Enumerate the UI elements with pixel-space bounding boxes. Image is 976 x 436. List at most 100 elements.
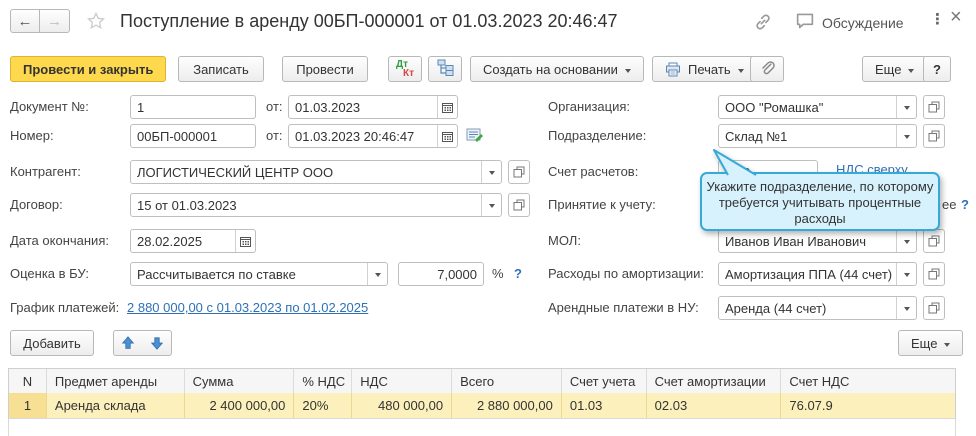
col-header-n[interactable]: N [9, 369, 47, 394]
account-cell[interactable]: 01.03 [562, 393, 647, 418]
dropdown-caret-icon[interactable] [896, 297, 916, 319]
save-button[interactable]: Записать [178, 56, 264, 82]
total-cell[interactable]: 2 880 000,00 [452, 393, 562, 418]
favorite-star-icon[interactable] [86, 11, 106, 34]
organization-input[interactable]: ООО "Ромашка" [718, 95, 917, 119]
lease-payments-nu-input[interactable]: Аренда (44 счет) [718, 296, 917, 320]
lease-subject-cell[interactable]: Аренда склада [47, 393, 185, 418]
print-button[interactable]: Печать [652, 56, 757, 82]
move-row-up-button[interactable] [113, 330, 143, 356]
col-header-depreciation-account[interactable]: Счет амортизации [647, 369, 782, 394]
depreciation-account-cell[interactable]: 02.03 [647, 393, 782, 418]
post-button[interactable]: Провести [282, 56, 368, 82]
bu-valuation-select[interactable]: Рассчитывается по ставке [130, 262, 388, 286]
row-number-cell[interactable]: 1 [9, 393, 47, 418]
dt-kt-icon: ДтКт [396, 60, 414, 79]
table-header-row: N Предмет аренды Сумма % НДС НДС Всего С… [8, 368, 956, 395]
forward-arrow-icon: → [47, 13, 62, 30]
depreciation-value: Амортизация ППА (44 счет) [719, 263, 896, 285]
table-row[interactable]: 1 Аренда склада 2 400 000,00 20% 480 000… [8, 393, 956, 419]
acceptance-label: Принятие к учету: [548, 197, 656, 212]
col-header-account[interactable]: Счет учета [562, 369, 647, 394]
dropdown-caret-icon[interactable] [896, 96, 916, 118]
doc-no-input[interactable]: 1 [130, 95, 256, 119]
amount-cell[interactable]: 2 400 000,00 [185, 393, 295, 418]
bu-valuation-label: Оценка в БУ: [10, 266, 89, 281]
back-button[interactable]: ← [10, 9, 40, 33]
arrow-up-icon [121, 336, 135, 350]
doc-no-label: Документ №: [10, 99, 89, 114]
calendar-icon[interactable] [437, 125, 457, 147]
discussion-label: Обсуждение [822, 15, 904, 31]
dropdown-caret-icon[interactable] [481, 161, 501, 183]
vat-cell[interactable]: 480 000,00 [352, 393, 452, 418]
table-more-button[interactable]: Еще [898, 330, 963, 356]
printer-icon [665, 62, 681, 77]
number-input[interactable]: 00БП-000001 [130, 124, 256, 148]
vat-account-cell[interactable]: 76.07.9 [781, 393, 955, 418]
more-menu-dots-icon[interactable]: ⋮ [930, 10, 945, 28]
dropdown-caret-icon[interactable] [896, 263, 916, 285]
acceptance-help-icon[interactable]: ? [961, 197, 969, 212]
datetime-input[interactable]: 01.03.2023 20:46:47 [288, 124, 458, 148]
document-structure-button[interactable] [428, 56, 462, 82]
counterparty-label: Контрагент: [10, 164, 81, 179]
back-arrow-icon: ← [18, 13, 33, 30]
end-date-input[interactable]: 28.02.2025 [130, 229, 256, 253]
dropdown-caret-icon[interactable] [481, 194, 501, 216]
help-button[interactable]: ? [923, 56, 951, 82]
dt-kt-postings-button[interactable]: ДтКт [388, 56, 422, 82]
bu-valuation-value: Рассчитывается по ставке [131, 263, 367, 285]
page-title: Поступление в аренду 00БП-000001 от 01.0… [120, 11, 618, 32]
counterparty-input[interactable]: ЛОГИСТИЧЕСКИЙ ЦЕНТР ООО [130, 160, 502, 184]
doc-date-input[interactable]: 01.03.2023 [288, 95, 458, 119]
discussion-bubble-icon [795, 12, 815, 33]
discussion-button[interactable]: Обсуждение [795, 12, 904, 33]
open-form-icon [928, 101, 940, 113]
settlement-account-label: Счет расчетов: [548, 164, 638, 179]
col-header-lease-subject[interactable]: Предмет аренды [47, 369, 185, 394]
dropdown-caret-icon[interactable] [367, 263, 387, 285]
col-header-vat-account[interactable]: Счет НДС [781, 369, 955, 394]
lease-payments-nu-open-button[interactable] [923, 296, 945, 320]
calendar-icon[interactable] [437, 96, 457, 118]
depreciation-open-button[interactable] [923, 262, 945, 286]
department-tooltip-text: Укажите подразделение, по которому требу… [706, 179, 934, 227]
create-based-on-button[interactable]: Создать на основании [470, 56, 644, 82]
toolbar-more-button[interactable]: Еще [862, 56, 927, 82]
chevron-down-icon [944, 343, 950, 350]
contract-value: 15 от 01.03.2023 [131, 194, 481, 216]
counterparty-open-button[interactable] [508, 160, 530, 184]
col-header-vat-rate[interactable]: % НДС [294, 369, 352, 394]
contract-input[interactable]: 15 от 01.03.2023 [130, 193, 502, 217]
table-empty-area [8, 419, 956, 436]
create-based-on-label: Создать на основании [483, 62, 618, 77]
organization-open-button[interactable] [923, 95, 945, 119]
rate-value: 7,0000 [399, 263, 483, 285]
organization-value: ООО "Ромашка" [719, 96, 896, 118]
edit-number-icon[interactable] [466, 128, 484, 146]
post-and-close-button[interactable]: Провести и закрыть [10, 56, 166, 82]
open-form-icon [928, 235, 940, 247]
add-row-button[interactable]: Добавить [10, 330, 94, 356]
open-form-icon [928, 268, 940, 280]
depreciation-input[interactable]: Амортизация ППА (44 счет) [718, 262, 917, 286]
calendar-icon[interactable] [235, 230, 255, 252]
contract-open-button[interactable] [508, 193, 530, 217]
chevron-down-icon [908, 69, 914, 76]
col-header-total[interactable]: Всего [452, 369, 562, 394]
col-header-amount[interactable]: Сумма [185, 369, 295, 394]
rate-input[interactable]: 7,0000 [398, 262, 484, 286]
close-icon[interactable]: × [950, 6, 962, 29]
col-header-vat[interactable]: НДС [352, 369, 452, 394]
rate-help-icon[interactable]: ? [514, 266, 522, 281]
get-link-icon[interactable] [753, 12, 773, 35]
vat-rate-cell[interactable]: 20% [294, 393, 352, 418]
print-label: Печать [688, 62, 731, 77]
payment-schedule-link[interactable]: 2 880 000,00 с 01.03.2023 по 01.02.2025 [127, 300, 368, 315]
table-more-label: Еще [911, 336, 937, 351]
chevron-down-icon [625, 69, 631, 76]
attachments-button[interactable] [750, 56, 784, 82]
forward-button[interactable]: → [40, 9, 70, 33]
move-row-down-button[interactable] [142, 330, 172, 356]
